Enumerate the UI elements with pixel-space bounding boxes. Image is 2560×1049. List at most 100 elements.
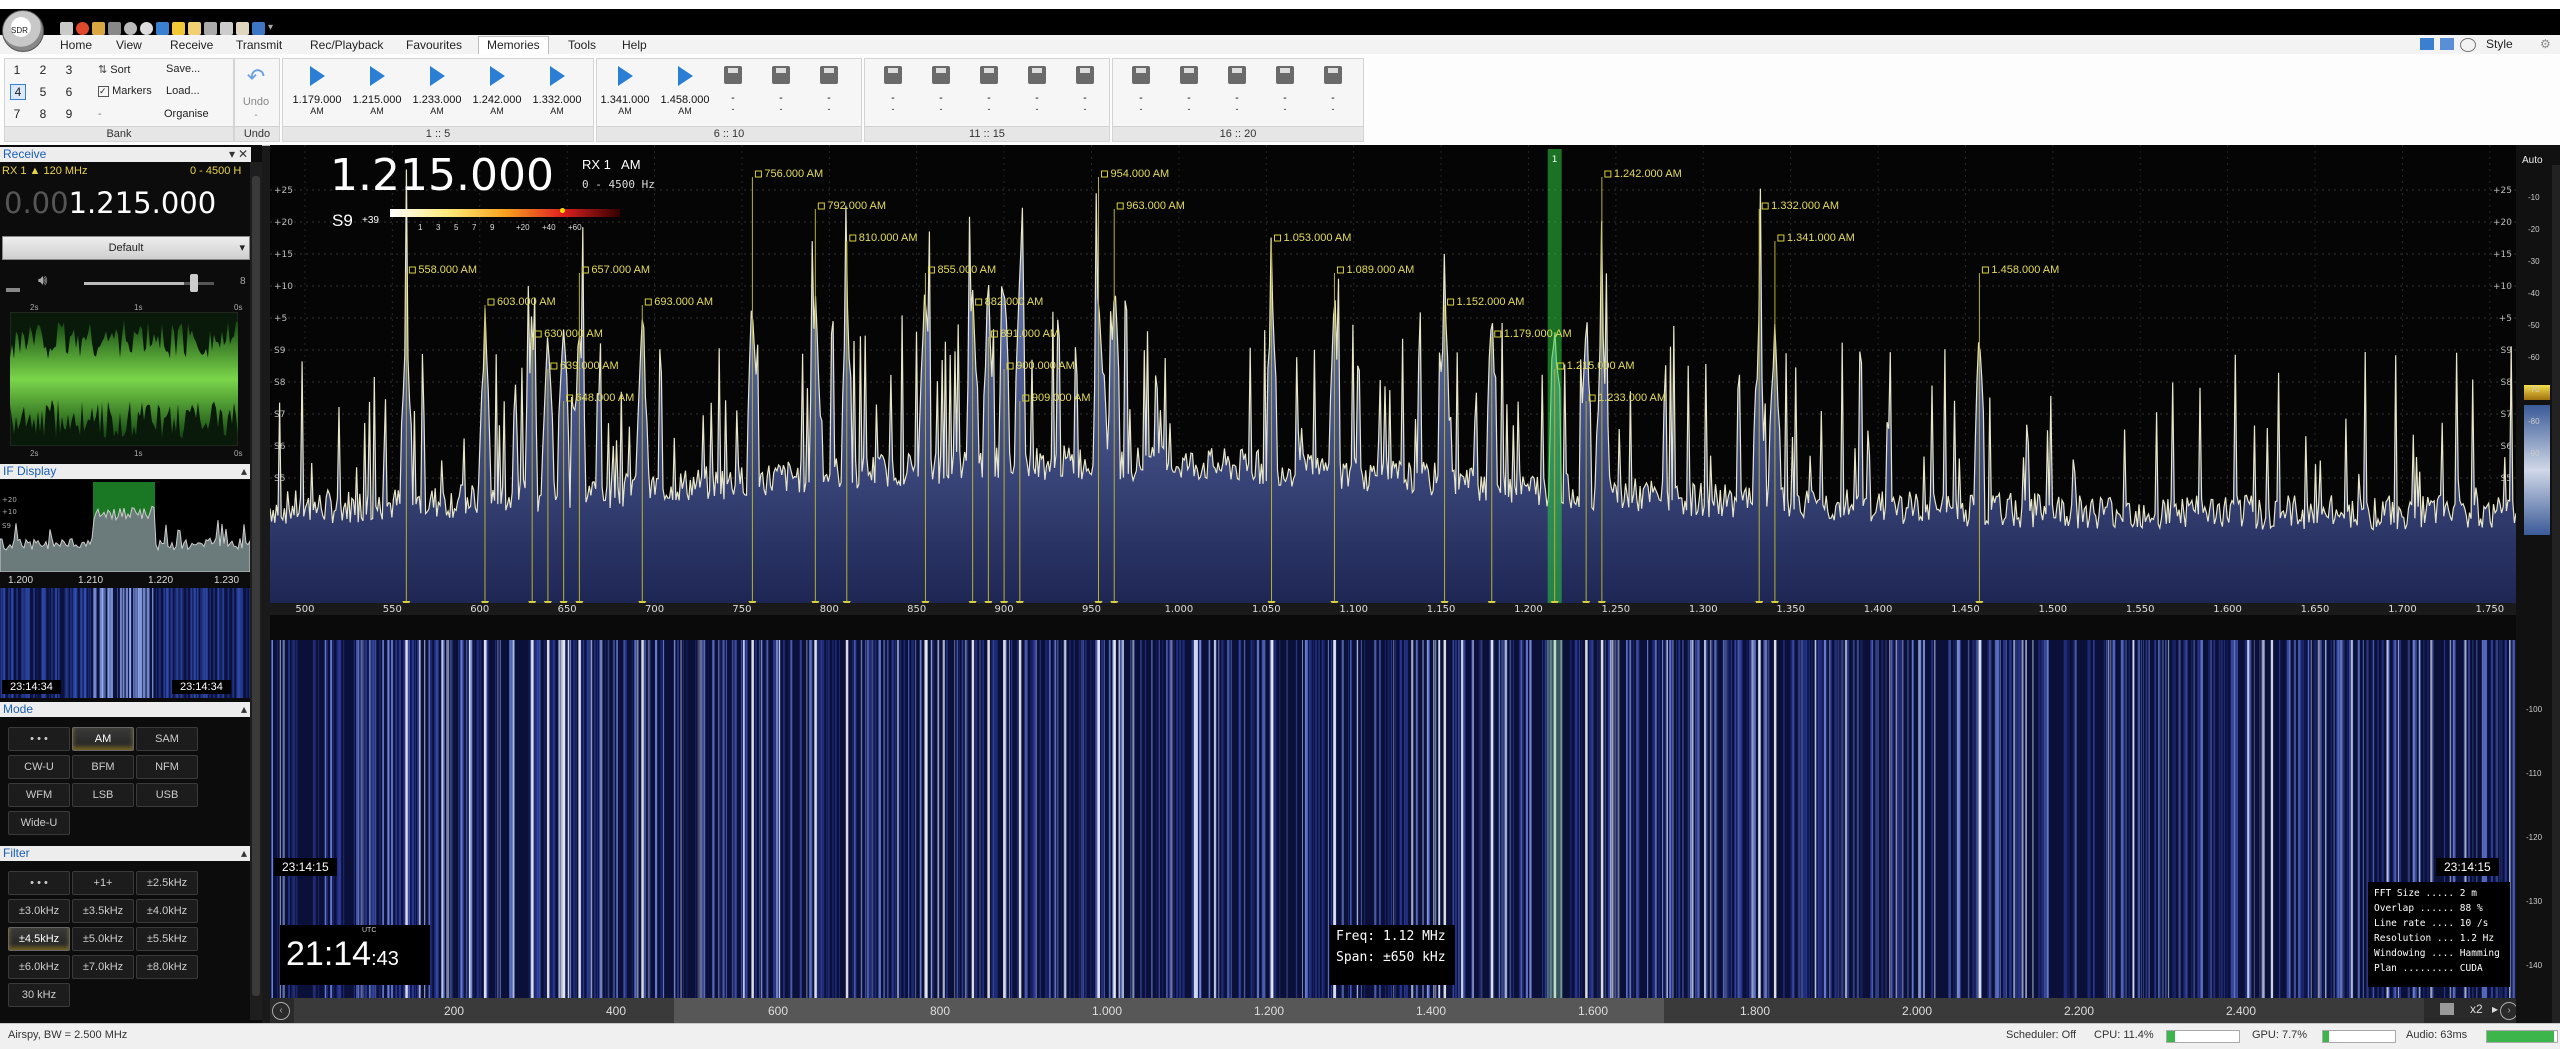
- tools-icon[interactable]: [220, 22, 233, 35]
- overview-bar[interactable]: ‹ 2004006008001.0001.2001.4001.6001.8002…: [270, 998, 2516, 1023]
- stop-icon[interactable]: [108, 22, 121, 35]
- zoom-level[interactable]: x2: [2470, 1002, 2483, 1016]
- snapshot-icon[interactable]: [2440, 1003, 2454, 1015]
- favourite-icon[interactable]: [172, 22, 185, 35]
- marker-label[interactable]: 756.000 AM: [764, 168, 823, 180]
- mode-button[interactable]: • • •: [8, 727, 70, 751]
- marker-label[interactable]: 1.053.000 AM: [1284, 232, 1352, 244]
- tab-home[interactable]: Home: [52, 37, 100, 53]
- tab-tools[interactable]: Tools: [560, 37, 604, 53]
- mode-button[interactable]: LSB: [72, 783, 134, 807]
- memory-slot-10[interactable]: --: [802, 62, 856, 122]
- memory-slot-2[interactable]: 1.215.000AM: [350, 62, 404, 122]
- folder-icon[interactable]: [92, 22, 105, 35]
- record-icon[interactable]: [76, 22, 89, 35]
- mode-button[interactable]: WFM: [8, 783, 70, 807]
- equalizer-icon[interactable]: [6, 276, 20, 292]
- tab-memories[interactable]: Memories: [478, 36, 549, 55]
- marker-label[interactable]: 810.000 AM: [859, 232, 918, 244]
- tab-receive[interactable]: Receive: [162, 37, 221, 53]
- marker-label[interactable]: 1.152.000 AM: [1457, 296, 1525, 308]
- lock-icon[interactable]: [188, 22, 201, 35]
- marker-label[interactable]: 954.000 AM: [1110, 168, 1169, 180]
- auto-button[interactable]: Auto: [2522, 155, 2543, 166]
- collapse-icon[interactable]: ▴: [241, 846, 247, 861]
- camera-icon[interactable]: [204, 22, 217, 35]
- filter-button[interactable]: ±2.5kHz: [136, 871, 198, 895]
- marker-label[interactable]: 792.000 AM: [827, 200, 886, 212]
- overview-visible-range[interactable]: [674, 998, 1664, 1025]
- home-icon[interactable]: [60, 22, 73, 35]
- filter-button[interactable]: 30 kHz: [8, 983, 70, 1007]
- memory-slot-3[interactable]: 1.233.000AM: [410, 62, 464, 122]
- marker-label[interactable]: 963.000 AM: [1126, 200, 1185, 212]
- layout-icon[interactable]: [2420, 38, 2434, 50]
- right-scrollbar[interactable]: [2552, 165, 2560, 1025]
- tab-transmit[interactable]: Transmit: [228, 37, 290, 53]
- speaker-icon[interactable]: 🔊︎: [38, 272, 47, 289]
- memory-slot-11[interactable]: --: [866, 62, 920, 122]
- memory-slot-6[interactable]: 1.341.000AM: [598, 62, 652, 122]
- marker-label[interactable]: 900.000 AM: [1016, 360, 1075, 372]
- left-panel-scrollbar-thumb[interactable]: [252, 176, 260, 996]
- bank-3[interactable]: 3: [62, 63, 76, 77]
- theme-icon[interactable]: [2460, 38, 2476, 52]
- filter-button[interactable]: ±5.0kHz: [72, 927, 134, 951]
- memory-slot-13[interactable]: --: [962, 62, 1016, 122]
- memory-slot-18[interactable]: --: [1210, 62, 1264, 122]
- tab-rec-playback[interactable]: Rec/Playback: [302, 37, 391, 53]
- undo-button[interactable]: Undo: [240, 96, 272, 108]
- memory-slot-20[interactable]: --: [1306, 62, 1360, 122]
- marker-label[interactable]: 630.000 AM: [544, 328, 603, 340]
- disc-icon[interactable]: [124, 22, 137, 35]
- mode-button[interactable]: USB: [136, 783, 198, 807]
- marker-label[interactable]: 1.242.000 AM: [1614, 168, 1682, 180]
- marker-label[interactable]: 1.215.000 AM: [1567, 360, 1635, 372]
- memory-slot-14[interactable]: --: [1010, 62, 1064, 122]
- marker-label[interactable]: 639.000 AM: [560, 360, 619, 372]
- memory-slot-4[interactable]: 1.242.000AM: [470, 62, 524, 122]
- frequency-axis[interactable]: [270, 603, 2516, 615]
- filter-button[interactable]: ±4.0kHz: [136, 899, 198, 923]
- filter-button[interactable]: • • •: [8, 871, 70, 895]
- organise-button[interactable]: Organise: [164, 108, 209, 120]
- markers-checkbox[interactable]: ✓ Markers: [98, 85, 152, 97]
- marker-label[interactable]: 1.179.000 AM: [1504, 328, 1572, 340]
- bank-5[interactable]: 5: [36, 85, 50, 99]
- mode-button[interactable]: Wide-U: [8, 811, 70, 835]
- marker-label[interactable]: 603.000 AM: [497, 296, 556, 308]
- memory-slot-7[interactable]: 1.458.000AM: [658, 62, 712, 122]
- gear-icon[interactable]: ⚙: [2540, 37, 2551, 51]
- marker-label[interactable]: 558.000 AM: [418, 264, 477, 276]
- marker-label[interactable]: 1.332.000 AM: [1771, 200, 1839, 212]
- close-icon[interactable]: ✕: [238, 147, 248, 162]
- marker-label[interactable]: 1.233.000 AM: [1598, 392, 1666, 404]
- scheduler-status[interactable]: Scheduler: Off: [2006, 1029, 2076, 1041]
- memory-slot-5[interactable]: 1.332.000AM: [530, 62, 584, 122]
- spectrum-display[interactable]: +25+25+20+20+15+15+10+10+5+5S9S9S8S8S7S7…: [270, 145, 2516, 615]
- marker-label[interactable]: 693.000 AM: [654, 296, 713, 308]
- filter-button[interactable]: ±3.0kHz: [8, 899, 70, 923]
- marker-label[interactable]: 891.000 AM: [1000, 328, 1059, 340]
- preset-dropdown[interactable]: Default▾: [2, 236, 250, 260]
- memory-slot-17[interactable]: --: [1162, 62, 1216, 122]
- overview-left-icon[interactable]: ‹: [272, 1002, 290, 1020]
- tab-favourites[interactable]: Favourites: [398, 37, 470, 53]
- undo-icon[interactable]: ↶: [240, 64, 272, 94]
- application-menu-button[interactable]: SDR: [2, 10, 44, 52]
- memory-slot-8[interactable]: --: [706, 62, 760, 122]
- marker-label[interactable]: 648.000 AM: [576, 392, 635, 404]
- memory-slot-16[interactable]: --: [1114, 62, 1168, 122]
- spectrum-waterfall-splitter[interactable]: [270, 615, 2516, 640]
- waterfall-tuned-band[interactable]: [1547, 640, 1563, 998]
- waterfall-display[interactable]: 23:14:15 23:14:15 UTC 21:14:43 Freq: 1.1…: [270, 640, 2516, 998]
- bank-4[interactable]: 4: [10, 84, 26, 100]
- bank-9[interactable]: 9: [62, 107, 76, 121]
- filter-button[interactable]: ±7.0kHz: [72, 955, 134, 979]
- mode-button[interactable]: NFM: [136, 755, 198, 779]
- bank-6[interactable]: 6: [62, 85, 76, 99]
- frequency-display[interactable]: 0.001.215.000: [4, 186, 216, 220]
- filter-button[interactable]: ±4.5kHz: [8, 927, 70, 951]
- monitor-icon[interactable]: [2440, 38, 2454, 50]
- spectrum-frequency[interactable]: 1.215.000: [330, 150, 554, 201]
